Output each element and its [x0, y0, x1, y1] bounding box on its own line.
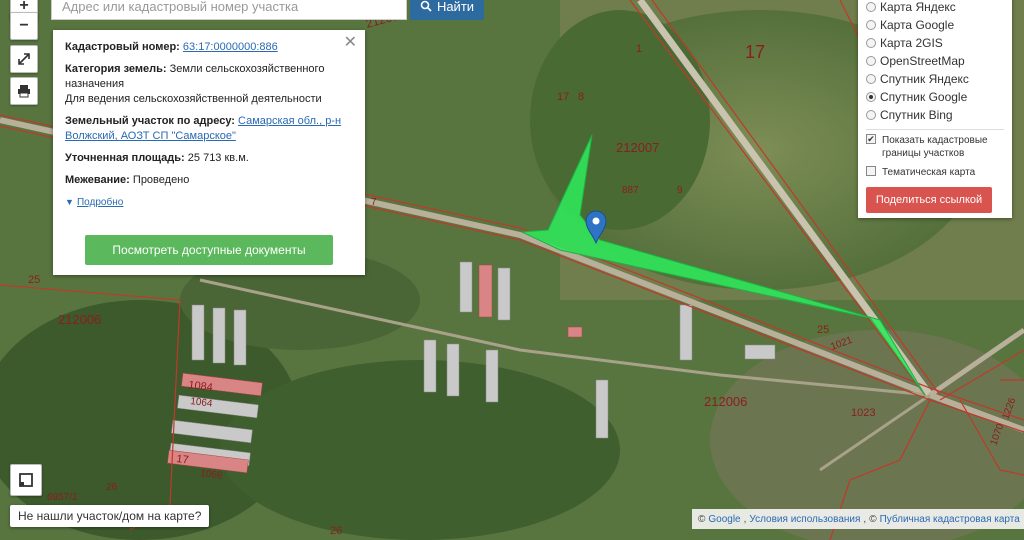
parcel-info-popup: ✕ Кадастровый номер: 63:17:0000000:886 К…	[53, 30, 365, 275]
print-button[interactable]	[10, 77, 38, 105]
cadastral-label: 9	[677, 185, 683, 196]
details-toggle[interactable]: ▼ Подробно	[65, 195, 353, 210]
details-label: Подробно	[76, 197, 124, 208]
radio-icon[interactable]	[866, 38, 876, 48]
share-link-button[interactable]: Поделиться ссылкой	[866, 187, 992, 213]
area-label: Уточненная площадь:	[65, 152, 185, 164]
land-category-label: Категория земель:	[65, 63, 167, 75]
thematic-map-toggle[interactable]: Тематическая карта	[866, 166, 1004, 179]
layer-option-label: Карта Яндекс	[880, 0, 956, 14]
expand-icon	[18, 53, 30, 65]
cadastral-label: 6957/1	[47, 492, 78, 503]
search-button[interactable]: Найти	[410, 0, 484, 20]
layer-option[interactable]: Спутник Bing	[866, 106, 1004, 124]
cadastral-borders-label: Показать кадастровые границы участков	[882, 135, 988, 159]
cadastral-borders-toggle[interactable]: ✔ Показать кадастровые границы участков	[866, 134, 1004, 160]
survey-value: Проведено	[132, 174, 190, 186]
radio-icon[interactable]	[866, 56, 876, 66]
radio-icon[interactable]	[866, 20, 876, 30]
layer-option[interactable]: Карта Яндекс	[866, 0, 1004, 16]
thematic-map-label: Тематическая карта	[882, 167, 976, 178]
layer-switcher-panel: Карта Яндекс Карта Google Карта 2GIS OpenSt…	[858, 0, 1012, 218]
thematic-map-checkbox[interactable]	[866, 166, 876, 176]
terms-link[interactable]: Условия использования	[749, 514, 860, 525]
layer-option-label: Спутник Bing	[880, 108, 953, 122]
layer-options: Карта Яндекс Карта Google Карта 2GIS OpenSt…	[866, 0, 1004, 124]
cadastral-label: 8	[578, 91, 584, 103]
cadastral-label: 212007	[616, 140, 659, 155]
layer-option-label: Карта Google	[880, 18, 955, 32]
zoom-out-button[interactable]: −	[10, 12, 38, 40]
layer-option[interactable]: Спутник Яндекс	[866, 70, 1004, 88]
layer-option-label: Спутник Яндекс	[880, 72, 969, 86]
close-icon[interactable]: ✕	[344, 35, 357, 51]
layer-option-label: Спутник Google	[880, 90, 968, 104]
search-input[interactable]: Адрес или кадастровый номер участка	[51, 0, 407, 20]
cadastral-label: 25	[817, 324, 829, 336]
copyright-symbol-2: ©	[869, 513, 877, 525]
search-icon	[420, 0, 432, 12]
radio-icon[interactable]	[866, 110, 876, 120]
survey-label: Межевание:	[65, 174, 130, 186]
cadastral-label: 25	[28, 274, 40, 286]
cadastral-label: 26	[330, 525, 342, 537]
google-link[interactable]: Google	[708, 514, 740, 525]
layer-option-label: OpenStreetMap	[880, 54, 965, 68]
cadastral-label: 887	[622, 185, 639, 196]
triangle-down-icon: ▼	[65, 197, 74, 207]
cadastral-number-link[interactable]: 63:17:0000000:886	[183, 41, 278, 53]
search-button-label: Найти	[436, 0, 475, 14]
printer-icon	[18, 85, 30, 98]
cadastral-borders-checkbox[interactable]: ✔	[866, 134, 876, 144]
cadastral-label: 212006	[704, 394, 747, 409]
crop-icon	[19, 473, 33, 487]
layer-option-label: Карта 2GIS	[880, 36, 943, 50]
land-usage-value: Для ведения сельскохозяйственной деятель…	[65, 93, 322, 105]
cadastral-label: 7	[371, 197, 377, 208]
cadastral-label: 17	[557, 91, 569, 103]
fullscreen-button[interactable]	[10, 45, 38, 73]
address-label: Земельный участок по адресу:	[65, 115, 235, 127]
pkk-link[interactable]: Публичная кадастровая карта	[880, 514, 1020, 525]
radio-icon[interactable]	[866, 74, 876, 84]
layer-option[interactable]: OpenStreetMap	[866, 52, 1004, 70]
view-documents-button[interactable]: Посмотреть доступные документы	[85, 235, 333, 265]
map-attribution: © Google, Условия использования, © Публи…	[692, 509, 1024, 529]
cadastral-label: 1	[636, 43, 642, 55]
cadastral-label: 1023	[851, 407, 875, 419]
layer-option[interactable]: Карта 2GIS	[866, 34, 1004, 52]
radio-icon[interactable]	[866, 2, 876, 12]
layer-option[interactable]: Карта Google	[866, 16, 1004, 34]
not-found-link[interactable]: Не нашли участок/дом на карте?	[10, 505, 210, 527]
layer-option[interactable]: Спутник Google	[866, 88, 1004, 106]
cadastral-label: 17	[176, 453, 190, 466]
radio-icon[interactable]	[866, 92, 876, 102]
cadastral-label: 212006	[58, 312, 101, 327]
select-area-button[interactable]	[10, 464, 42, 496]
copyright-symbol: ©	[698, 513, 706, 525]
cadastral-number-label: Кадастровый номер:	[65, 41, 180, 53]
cadastral-label: 17	[745, 42, 765, 62]
cadastral-label: 26	[106, 482, 118, 493]
area-value: 25 713 кв.м.	[187, 152, 249, 164]
